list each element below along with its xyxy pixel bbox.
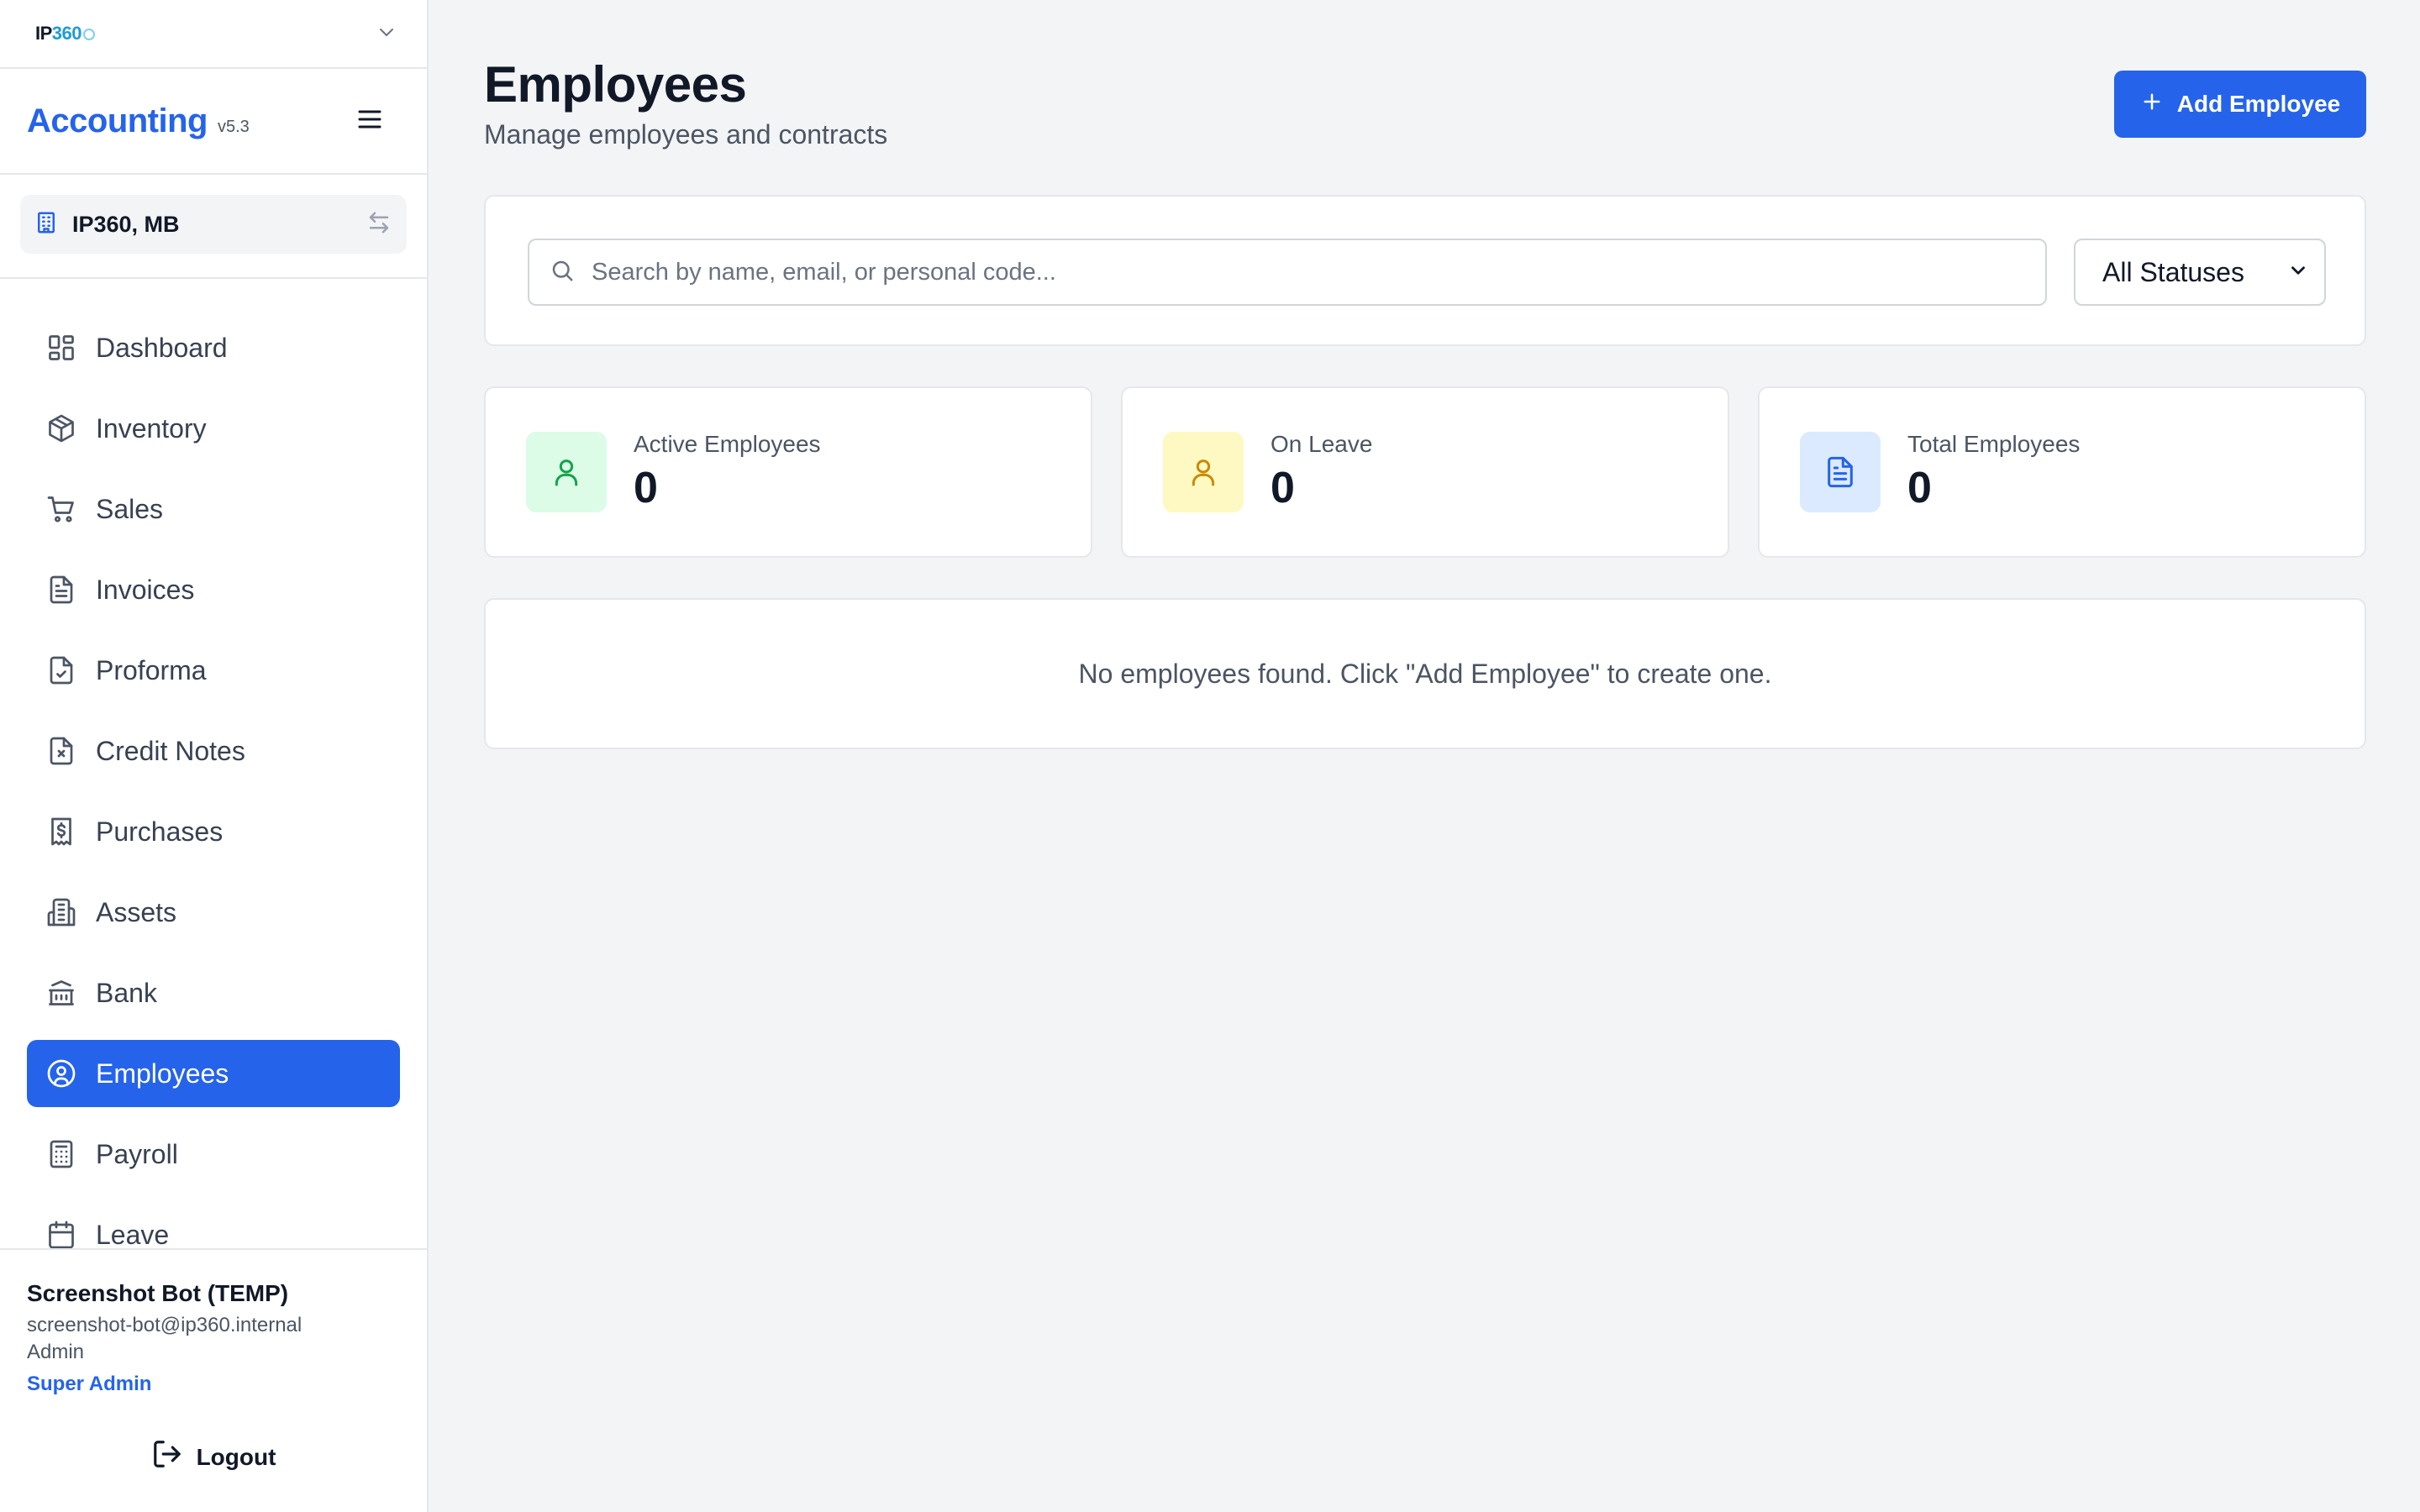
dashboard-icon — [45, 332, 77, 364]
search-input[interactable] — [592, 258, 2020, 286]
brand-name: Accounting — [27, 102, 208, 139]
sidebar-item-label: Invoices — [96, 574, 195, 605]
add-employee-button[interactable]: Add Employee — [2114, 71, 2366, 138]
cart-icon — [45, 493, 77, 525]
user-icon — [526, 432, 607, 512]
filter-card: All Statuses — [484, 195, 2366, 346]
swap-arrows-icon[interactable] — [366, 210, 392, 239]
search-icon — [550, 258, 575, 287]
logout-label: Logout — [196, 1443, 276, 1470]
sidebar-item-label: Employees — [96, 1058, 229, 1089]
sidebar-item-label: Purchases — [96, 816, 224, 847]
sidebar-item-label: Dashboard — [96, 332, 228, 363]
plus-icon — [2140, 90, 2164, 119]
stat-card-on-leave: On Leave 0 — [1121, 386, 1729, 558]
company-switcher[interactable]: IP360, MB — [20, 195, 407, 254]
sidebar-item-dashboard[interactable]: Dashboard — [27, 314, 400, 381]
org-logo-text-b: 360 — [51, 23, 82, 44]
sidebar: IP360 Accounting v5.3 IP360, MB Dashboar… — [0, 0, 429, 1512]
sidebar-item-label: Assets — [96, 896, 177, 927]
sidebar-item-label: Inventory — [96, 412, 207, 444]
sidebar-item-sales[interactable]: Sales — [27, 475, 400, 543]
brand-row: Accounting v5.3 — [0, 69, 427, 175]
document-x-icon — [45, 735, 77, 767]
page-subtitle: Manage employees and contracts — [484, 119, 888, 150]
package-icon — [45, 412, 77, 444]
empty-state-message: No employees found. Click "Add Employee"… — [1078, 658, 1772, 689]
sidebar-item-label: Credit Notes — [96, 735, 245, 766]
brand-version: v5.3 — [217, 117, 250, 136]
calendar-icon — [45, 1219, 77, 1251]
org-logo: IP360 — [35, 23, 96, 45]
buildings-icon — [45, 896, 77, 928]
status-filter-value: All Statuses — [2102, 256, 2244, 287]
company-name: IP360, MB — [72, 211, 180, 237]
user-level-badge: Super Admin — [27, 1373, 152, 1395]
chevron-down-icon[interactable] — [376, 22, 397, 46]
sidebar-item-proforma[interactable]: Proforma — [27, 637, 400, 704]
sidebar-item-payroll[interactable]: Payroll — [27, 1121, 400, 1188]
stat-label: On Leave — [1270, 431, 1373, 457]
document-check-icon — [45, 654, 77, 686]
org-logo-ring — [83, 29, 96, 40]
page-title: Employees — [484, 56, 747, 113]
sidebar-item-credit-notes[interactable]: Credit Notes — [27, 717, 400, 785]
stats-row: Active Employees 0 On Leave 0 Total Empl… — [484, 386, 2366, 558]
empty-state: No employees found. Click "Add Employee"… — [484, 598, 2366, 749]
sidebar-item-label: Leave — [96, 1219, 170, 1250]
stat-label: Total Employees — [1907, 431, 2081, 457]
sidebar-item-invoices[interactable]: Invoices — [27, 556, 400, 623]
sidebar-nav: Dashboard Inventory Sales Invoices Profo… — [0, 279, 427, 1268]
org-switcher[interactable]: IP360 — [0, 0, 427, 69]
receipt-dollar-icon — [45, 816, 77, 848]
sidebar-item-label: Bank — [96, 977, 157, 1008]
document-icon — [45, 574, 77, 606]
user-panel: Screenshot Bot (TEMP) screenshot-bot@ip3… — [0, 1248, 427, 1512]
add-employee-label: Add Employee — [2176, 91, 2341, 117]
user-icon — [1163, 432, 1244, 512]
status-filter-select[interactable]: All Statuses — [2074, 239, 2326, 306]
stat-value: 0 — [1907, 464, 1932, 512]
user-email: screenshot-bot@ip360.internal — [27, 1314, 302, 1336]
sidebar-item-inventory[interactable]: Inventory — [27, 395, 400, 462]
hamburger-menu-icon[interactable] — [355, 104, 385, 139]
logout-button[interactable]: Logout — [27, 1438, 400, 1476]
stat-value: 0 — [634, 464, 658, 512]
user-name: Screenshot Bot (TEMP) — [27, 1280, 289, 1306]
user-role: Admin — [27, 1341, 85, 1363]
user-circle-icon — [45, 1058, 77, 1089]
sidebar-item-employees[interactable]: Employees — [27, 1040, 400, 1107]
sidebar-item-bank[interactable]: Bank — [27, 959, 400, 1026]
calculator-icon — [45, 1138, 77, 1170]
chevron-down-icon — [2287, 257, 2309, 288]
stat-card-active: Active Employees 0 — [484, 386, 1092, 558]
search-box[interactable] — [528, 239, 2047, 306]
stat-value: 0 — [1270, 464, 1295, 512]
sidebar-item-purchases[interactable]: Purchases — [27, 798, 400, 865]
stat-label: Active Employees — [634, 431, 821, 457]
company-section: IP360, MB — [0, 175, 427, 279]
sidebar-item-label: Payroll — [96, 1138, 178, 1169]
logout-icon — [151, 1438, 183, 1476]
document-icon — [1800, 432, 1881, 512]
sidebar-item-label: Sales — [96, 493, 164, 524]
brand: Accounting v5.3 — [27, 102, 250, 140]
sidebar-item-label: Proforma — [96, 654, 207, 685]
stat-card-total: Total Employees 0 — [1758, 386, 2366, 558]
org-logo-text-a: IP — [35, 23, 52, 44]
bank-icon — [45, 977, 77, 1009]
sidebar-item-assets[interactable]: Assets — [27, 879, 400, 946]
building-icon — [34, 210, 59, 239]
